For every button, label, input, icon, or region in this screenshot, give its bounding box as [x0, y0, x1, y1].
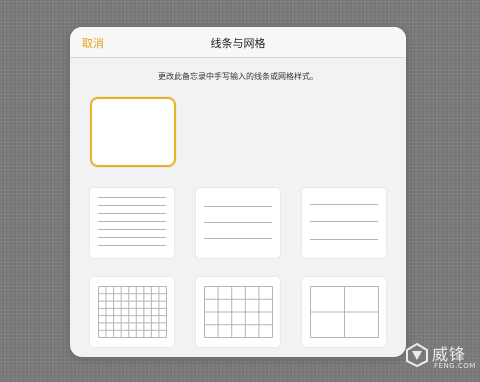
option-grid-medium[interactable] [196, 277, 280, 347]
description-text: 更改此备忘录中手写输入的线条或网格样式。 [158, 72, 318, 81]
option-grid-large[interactable] [302, 277, 386, 347]
navigation-bar: 取消 线条与网格 [70, 27, 406, 58]
option-lines-large[interactable] [302, 188, 386, 258]
option-lines-medium[interactable] [196, 188, 280, 258]
watermark-domain: FENG.COM [434, 362, 476, 370]
feng-watermark: 威锋 FENG.COM [404, 338, 480, 382]
feng-logo-icon [406, 342, 428, 368]
option-blank[interactable] [90, 97, 176, 167]
option-lines-small[interactable] [90, 188, 174, 258]
lines-large-pattern [310, 204, 378, 240]
lines-and-grids-sheet: 取消 线条与网格 更改此备忘录中手写输入的线条或网格样式。 [70, 27, 406, 357]
sheet-title: 线条与网格 [210, 37, 266, 50]
option-grid-small[interactable] [90, 277, 174, 347]
grid-medium-pattern [204, 286, 273, 338]
grid-large-pattern [310, 286, 379, 338]
lines-small-pattern [98, 197, 166, 246]
lines-medium-pattern [204, 206, 272, 239]
grid-small-pattern [98, 286, 167, 338]
